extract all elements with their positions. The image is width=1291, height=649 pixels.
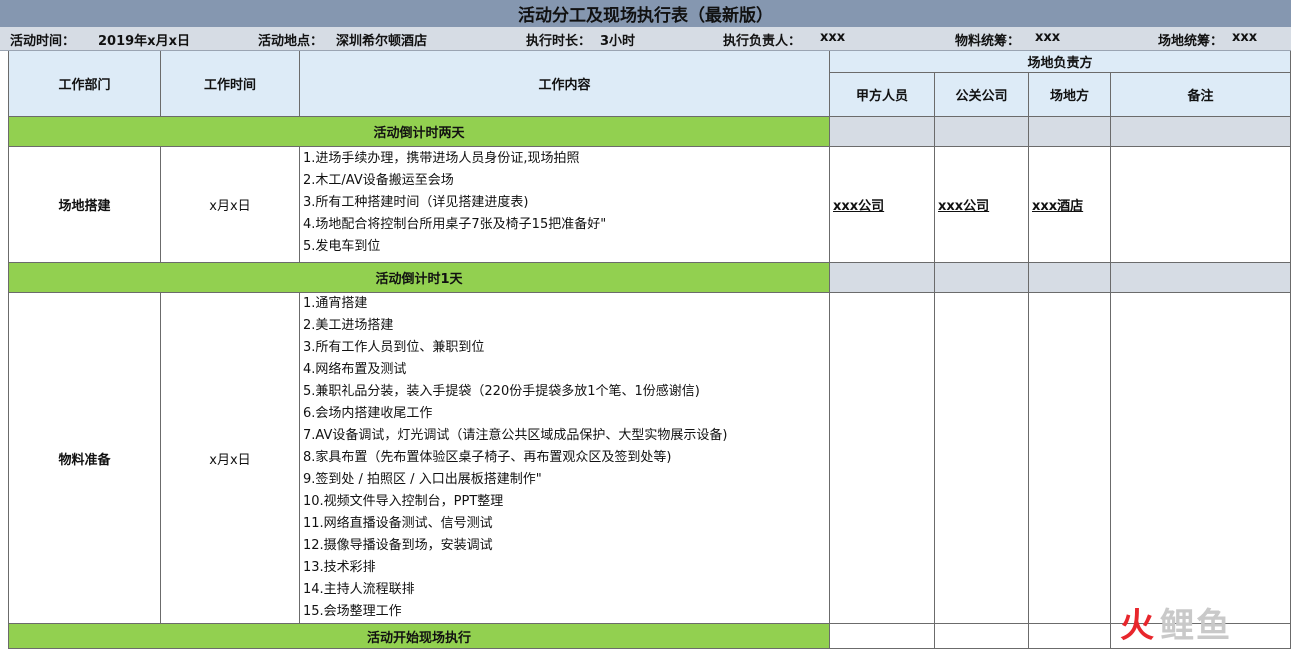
info-bar: 活动时间： 2019年x月x日 活动地点： 深圳希尔顿酒店 执行时长： 3小时 … — [0, 27, 1291, 51]
grey-cell[interactable] — [1111, 117, 1291, 147]
list-item: 3.所有工种搭建时间（详见搭建进度表) — [303, 195, 529, 210]
duration-value: 3小时 — [600, 34, 636, 49]
list-item: 13.技术彩排 — [303, 560, 376, 575]
row2-time[interactable]: x月x日 — [161, 293, 300, 624]
section-countdown-2days[interactable]: 活动倒计时两天 — [8, 117, 830, 147]
grey-cell[interactable] — [935, 263, 1029, 293]
watermark-logo: 火 鲤鱼 — [1120, 600, 1280, 646]
list-item: 10.视频文件导入控制台，PPT整理 — [303, 494, 504, 509]
list-item: 4.网络布置及测试 — [303, 362, 407, 377]
row2-party-a[interactable] — [830, 293, 935, 624]
row2-dept[interactable]: 物料准备 — [8, 293, 161, 624]
watermark-part1: 火 — [1120, 606, 1156, 646]
grey-cell[interactable] — [830, 263, 935, 293]
list-item: 7.AV设备调试，灯光调试（请注意公共区域成品保护、大型实物展示设备) — [303, 428, 728, 443]
material-value: xxx — [1035, 30, 1061, 45]
list-item: 2.美工进场搭建 — [303, 318, 394, 333]
list-item: 8.家具布置（先布置体验区桌子椅子、再布置观众区及签到处等) — [303, 450, 672, 465]
list-item: 11.网络直播设备测试、信号测试 — [303, 516, 493, 531]
header-notes[interactable]: 备注 — [1111, 73, 1291, 117]
list-item: 5.兼职礼品分装，装入手提袋（220份手提袋多放1个笔、1份感谢信) — [303, 384, 700, 399]
owner-value: xxx — [820, 30, 846, 45]
empty-cell[interactable] — [830, 624, 935, 649]
row2-venue[interactable] — [1029, 293, 1111, 624]
venue-label: 场地统筹： — [1158, 34, 1224, 49]
header-dept[interactable]: 工作部门 — [8, 51, 161, 117]
row2-notes[interactable] — [1111, 293, 1291, 624]
list-item: 14.主持人流程联排 — [303, 582, 415, 597]
owner-label: 执行负责人： — [723, 34, 802, 49]
header-content[interactable]: 工作内容 — [300, 51, 830, 117]
grey-cell[interactable] — [1029, 117, 1111, 147]
duration-label: 执行时长： — [526, 34, 592, 49]
empty-cell[interactable] — [935, 624, 1029, 649]
time-label: 活动时间： — [10, 34, 76, 49]
sheet-title: 活动分工及现场执行表（最新版） — [0, 0, 1291, 28]
list-item: 9.签到处 / 拍照区 / 入口出展板搭建制作" — [303, 472, 542, 487]
list-item: 4.场地配合将控制台所用桌子7张及椅子15把准备好" — [303, 217, 607, 232]
row1-venue[interactable]: xxx酒店 — [1029, 147, 1111, 263]
list-item: 5.发电车到位 — [303, 239, 381, 254]
header-venue[interactable]: 场地方 — [1029, 73, 1111, 117]
header-venue-owner[interactable]: 场地负责方 — [830, 51, 1291, 73]
row1-party-a[interactable]: xxx公司 — [830, 147, 935, 263]
list-item: 12.摄像导播设备到场，安装调试 — [303, 538, 493, 553]
list-item: 3.所有工作人员到位、兼职到位 — [303, 340, 485, 355]
venue-value: xxx — [1232, 30, 1258, 45]
watermark-part2: 鲤鱼 — [1160, 606, 1232, 646]
header-pr-company[interactable]: 公关公司 — [935, 73, 1029, 117]
grey-cell[interactable] — [830, 117, 935, 147]
section-countdown-1day[interactable]: 活动倒计时1天 — [8, 263, 830, 293]
grey-cell[interactable] — [1029, 263, 1111, 293]
place-value: 深圳希尔顿酒店 — [336, 34, 428, 49]
section-event-start[interactable]: 活动开始现场执行 — [8, 624, 830, 649]
list-item: 2.木工/AV设备搬运至会场 — [303, 173, 454, 188]
row1-time[interactable]: x月x日 — [161, 147, 300, 263]
row2-pr-company[interactable] — [935, 293, 1029, 624]
list-item: 6.会场内搭建收尾工作 — [303, 406, 433, 421]
row2-content[interactable]: 1.通宵搭建 2.美工进场搭建 3.所有工作人员到位、兼职到位 4.网络布置及测… — [300, 293, 830, 624]
row1-content[interactable]: 1.进场手续办理，携带进场人员身份证,现场拍照 2.木工/AV设备搬运至会场 3… — [300, 147, 830, 263]
material-label: 物料统筹： — [955, 34, 1021, 49]
time-value: 2019年x月x日 — [98, 34, 190, 49]
header-time[interactable]: 工作时间 — [161, 51, 300, 117]
list-item: 15.会场整理工作 — [303, 604, 402, 619]
list-item: 1.进场手续办理，携带进场人员身份证,现场拍照 — [303, 151, 580, 166]
grey-cell[interactable] — [935, 117, 1029, 147]
row1-pr-company[interactable]: xxx公司 — [935, 147, 1029, 263]
list-item: 1.通宵搭建 — [303, 296, 368, 311]
row1-dept[interactable]: 场地搭建 — [8, 147, 161, 263]
grey-cell[interactable] — [1111, 263, 1291, 293]
place-label: 活动地点： — [258, 34, 324, 49]
header-party-a[interactable]: 甲方人员 — [830, 73, 935, 117]
row1-notes[interactable] — [1111, 147, 1291, 263]
empty-cell[interactable] — [1029, 624, 1111, 649]
